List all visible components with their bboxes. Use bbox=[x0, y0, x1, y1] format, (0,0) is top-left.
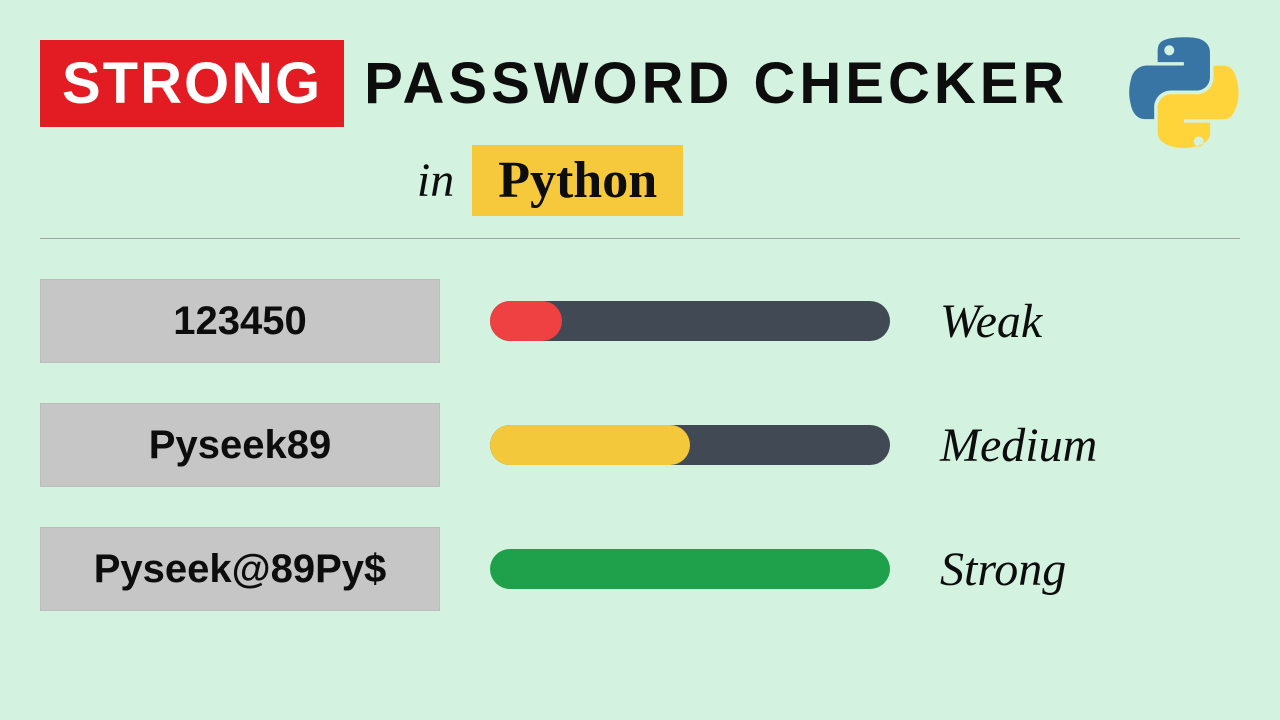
title-rest: PASSWORD CHECKER bbox=[364, 50, 1068, 117]
strength-bar bbox=[490, 549, 890, 589]
strength-bar-fill bbox=[490, 425, 690, 465]
strength-label: Strong bbox=[940, 542, 1140, 597]
python-logo-icon bbox=[1124, 36, 1244, 156]
header: STRONG PASSWORD CHECKER bbox=[0, 0, 1280, 127]
strong-badge: STRONG bbox=[40, 40, 344, 127]
password-box: Pyseek89 bbox=[40, 403, 440, 487]
password-row: Pyseek89 Medium bbox=[40, 403, 1240, 487]
strength-label: Medium bbox=[940, 418, 1140, 473]
strength-bar-fill bbox=[490, 301, 562, 341]
strength-bar bbox=[490, 301, 890, 341]
subheader: in Python bbox=[0, 145, 1280, 216]
strength-label: Weak bbox=[940, 294, 1140, 349]
password-box: Pyseek@89Py$ bbox=[40, 527, 440, 611]
password-box: 123450 bbox=[40, 279, 440, 363]
python-badge: Python bbox=[472, 145, 683, 216]
password-rows: 123450 Weak Pyseek89 Medium Pyseek@89Py$… bbox=[0, 239, 1280, 611]
strength-bar-fill bbox=[490, 549, 890, 589]
password-row: 123450 Weak bbox=[40, 279, 1240, 363]
password-row: Pyseek@89Py$ Strong bbox=[40, 527, 1240, 611]
strength-bar bbox=[490, 425, 890, 465]
in-label: in bbox=[417, 153, 454, 208]
